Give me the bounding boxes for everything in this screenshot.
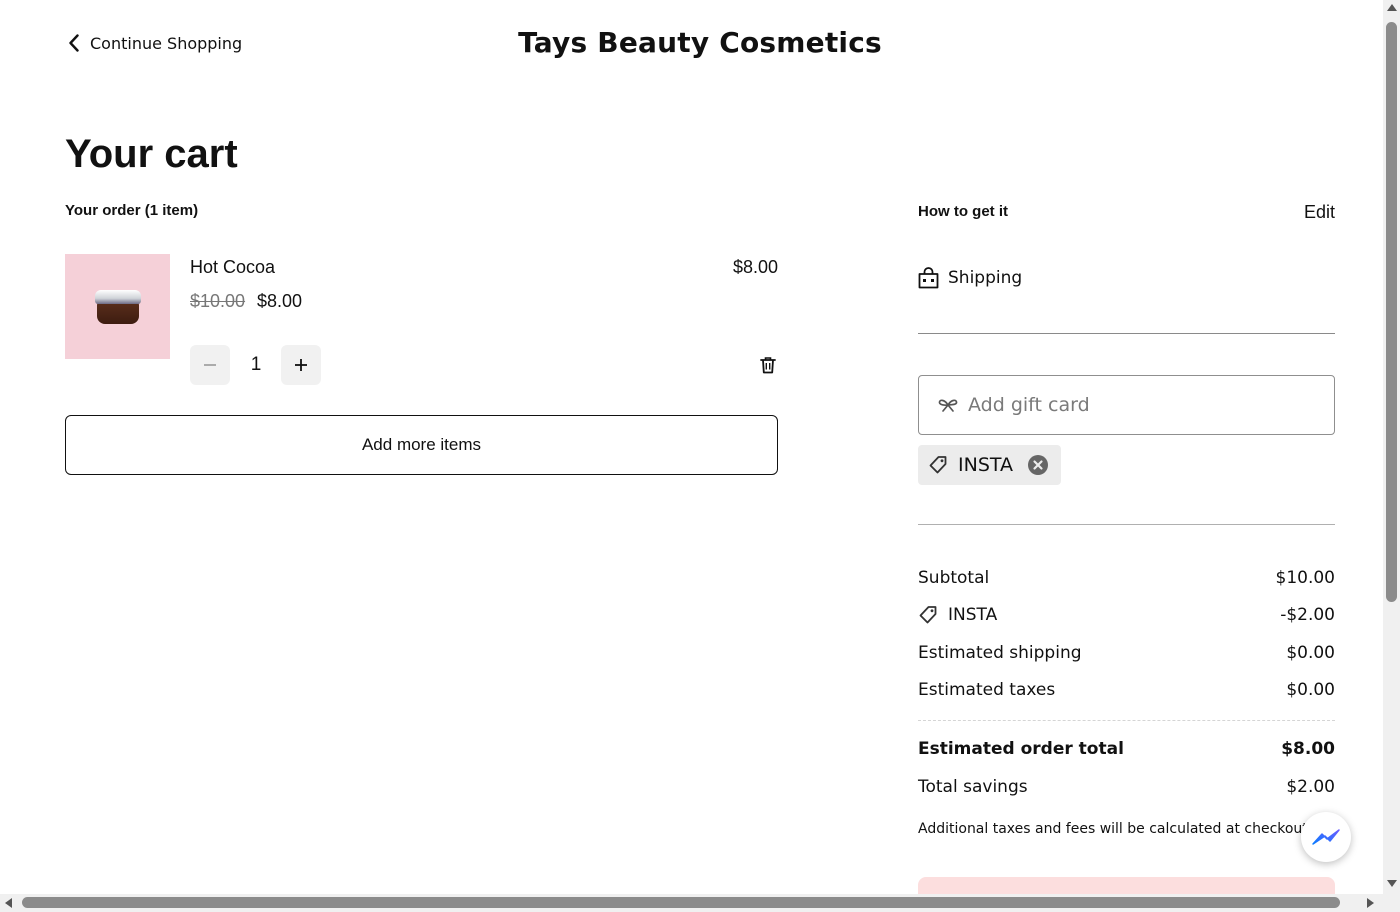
- discount-row: INSTA -$2.00: [918, 605, 1335, 625]
- product-jar-image: [94, 289, 141, 324]
- subtotal-value: $10.00: [1275, 568, 1335, 588]
- gift-card-input[interactable]: [968, 394, 1328, 416]
- item-sale-price: $8.00: [257, 291, 303, 311]
- section-divider: [918, 524, 1335, 525]
- subtotal-row: Subtotal $10.00: [918, 568, 1335, 588]
- messenger-icon: [1312, 829, 1340, 845]
- product-thumbnail: [65, 254, 170, 359]
- savings-row: Total savings $2.00: [918, 777, 1335, 797]
- summary-divider: [918, 720, 1335, 721]
- shopping-bag-icon: [918, 267, 939, 289]
- gift-ribbon-icon: [938, 399, 958, 412]
- taxes-value: $0.00: [1286, 680, 1335, 700]
- order-heading: Your order (1 item): [65, 202, 199, 219]
- shipping-method-label: Shipping: [948, 268, 1023, 288]
- item-line-total: $8.00: [732, 257, 778, 277]
- savings-value: $2.00: [1286, 777, 1335, 797]
- close-circle-icon[interactable]: [1027, 454, 1049, 476]
- fulfillment-heading: How to get it: [918, 203, 1008, 220]
- edit-fulfillment-link[interactable]: Edit: [1290, 202, 1335, 223]
- store-name: Tays Beauty Cosmetics: [518, 26, 882, 59]
- discount-value: -$2.00: [1280, 605, 1335, 625]
- tag-icon: [929, 456, 947, 474]
- discount-label: INSTA: [948, 605, 998, 625]
- applied-promo-chip: INSTA: [918, 445, 1061, 485]
- plus-icon: [295, 359, 307, 371]
- quantity-value: 1: [250, 354, 262, 375]
- section-divider: [918, 333, 1335, 334]
- taxes-row: Estimated taxes $0.00: [918, 680, 1335, 700]
- vertical-scrollbar[interactable]: [1383, 0, 1400, 894]
- messenger-chat-button[interactable]: [1301, 812, 1351, 862]
- subtotal-label: Subtotal: [918, 568, 990, 588]
- vertical-scroll-thumb[interactable]: [1386, 22, 1397, 602]
- remove-item-button[interactable]: [756, 353, 780, 377]
- page-title: Your cart: [65, 132, 238, 176]
- order-total-value: $8.00: [1281, 739, 1335, 759]
- shipping-cost-row: Estimated shipping $0.00: [918, 643, 1335, 663]
- tag-icon: [919, 606, 937, 624]
- increase-quantity-button[interactable]: [281, 345, 321, 385]
- page: Continue Shopping Tays Beauty Cosmetics …: [0, 0, 1383, 894]
- shipping-cost-label: Estimated shipping: [918, 643, 1082, 663]
- order-total-row: Estimated order total $8.00: [918, 739, 1335, 759]
- item-original-price: $10.00: [190, 291, 246, 311]
- trash-icon: [760, 357, 776, 374]
- shipping-method: Shipping: [918, 267, 1022, 289]
- scroll-right-arrow[interactable]: [1367, 898, 1374, 908]
- savings-label: Total savings: [918, 777, 1028, 797]
- scroll-up-arrow[interactable]: [1387, 4, 1397, 11]
- scroll-down-arrow[interactable]: [1387, 880, 1397, 887]
- horizontal-scroll-thumb[interactable]: [22, 897, 1340, 908]
- order-total-label: Estimated order total: [918, 739, 1124, 759]
- decrease-quantity-button[interactable]: [190, 345, 230, 385]
- gift-card-field[interactable]: [918, 375, 1335, 435]
- minus-icon: [204, 364, 216, 366]
- taxes-label: Estimated taxes: [918, 680, 1056, 700]
- checkout-button[interactable]: [918, 877, 1335, 894]
- add-more-items-button[interactable]: Add more items: [65, 415, 778, 475]
- shipping-cost-value: $0.00: [1286, 643, 1335, 663]
- horizontal-scrollbar[interactable]: [0, 894, 1400, 912]
- scroll-left-arrow[interactable]: [5, 898, 12, 908]
- checkout-note: Additional taxes and fees will be calcul…: [918, 821, 1313, 837]
- promo-code-label: INSTA: [958, 454, 1014, 476]
- item-name: Hot Cocoa: [190, 257, 276, 277]
